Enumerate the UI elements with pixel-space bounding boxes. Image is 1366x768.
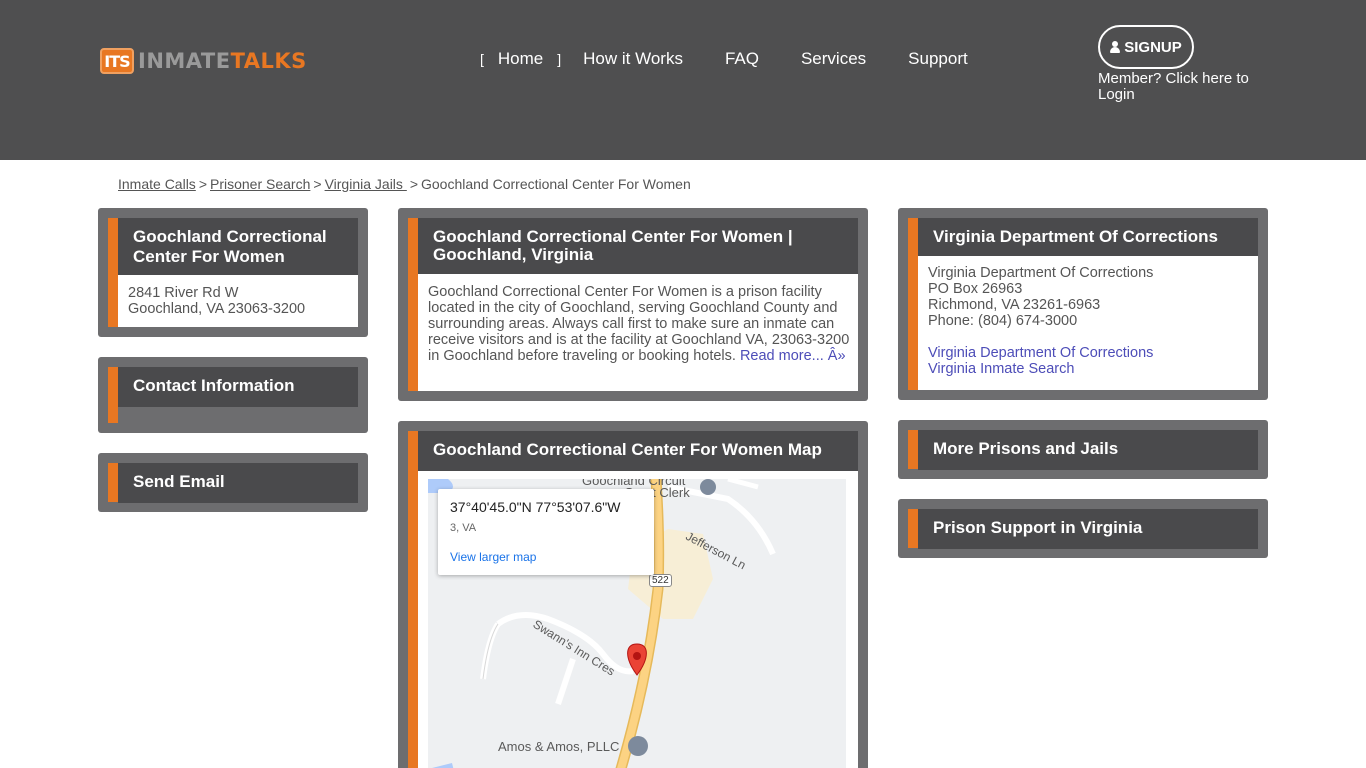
- login-link[interactable]: Member? Click here to Login: [1098, 71, 1266, 103]
- user-icon: [1110, 41, 1121, 53]
- doc-phone: Phone: (804) 674-3000: [928, 313, 1078, 329]
- more-prisons-toggle[interactable]: More Prisons and Jails: [918, 430, 1258, 470]
- main-nav: [Home] How it Works FAQ Services Support: [480, 48, 1010, 70]
- nav-home[interactable]: [Home]: [480, 49, 561, 69]
- popup-address: 3, VA: [450, 522, 477, 534]
- facility-panel-title: Goochland Correctional Center For Women: [118, 218, 358, 275]
- breadcrumb-separator: >: [313, 176, 322, 192]
- email-panel: Send Email: [98, 453, 368, 512]
- about-panel: Goochland Correctional Center For Women …: [398, 208, 868, 401]
- doc-po-box: PO Box 26963: [928, 281, 1023, 297]
- nav-how-it-works[interactable]: How it Works: [583, 49, 683, 69]
- prison-support-toggle[interactable]: Prison Support in Virginia: [918, 509, 1258, 549]
- doc-website-link[interactable]: Virginia Department Of Corrections: [928, 345, 1153, 361]
- breadcrumb: Inmate Calls > Prisoner Search > Virginia Ja…: [118, 176, 691, 192]
- doc-city: Richmond, VA 23261-6963: [928, 297, 1101, 313]
- more-prisons-panel: More Prisons and Jails: [898, 420, 1268, 479]
- inmate-search-link[interactable]: Virginia Inmate Search: [928, 361, 1074, 377]
- doc-name: Virginia Department Of Corrections: [928, 265, 1154, 281]
- logo-mark: ITS: [100, 48, 134, 74]
- nav-bracket-right: ]: [557, 51, 562, 67]
- view-larger-map-link[interactable]: View larger map: [450, 550, 642, 564]
- map-label-amos: Amos & Amos, PLLC: [498, 739, 620, 754]
- about-panel-body: Goochland Correctional Center For Women …: [418, 274, 858, 374]
- prison-support-panel: Prison Support in Virginia: [898, 499, 1268, 558]
- breadcrumb-separator: >: [409, 176, 418, 192]
- nav-faq[interactable]: FAQ: [725, 49, 759, 69]
- breadcrumb-current: Goochland Correctional Center For Women: [421, 176, 691, 192]
- facility-panel: Goochland Correctional Center For Women …: [98, 208, 368, 337]
- map-panel-title: Goochland Correctional Center For Women …: [418, 431, 858, 471]
- contact-information-toggle[interactable]: Contact Information: [118, 367, 358, 407]
- breadcrumb-prisoner-search[interactable]: Prisoner Search: [210, 176, 310, 192]
- about-panel-title: Goochland Correctional Center For Women …: [418, 218, 858, 274]
- doc-panel-title: Virginia Department Of Corrections: [918, 218, 1258, 256]
- site-logo[interactable]: ITS INMATETALKS: [100, 48, 307, 74]
- popup-coordinates: 37°40'45.0"N 77°53'07.6"W: [450, 499, 621, 515]
- send-email-toggle[interactable]: Send Email: [118, 463, 358, 503]
- breadcrumb-separator: >: [198, 176, 207, 192]
- logo-wordmark: INMATETALKS: [138, 49, 307, 73]
- nav-services[interactable]: Services: [801, 49, 866, 69]
- map-info-popup: 37°40'45.0"N 77°53'07.6"W 3, VA View lar…: [438, 489, 654, 575]
- doc-panel-body: Virginia Department Of Corrections PO Bo…: [918, 256, 1258, 387]
- doc-panel: Virginia Department Of Corrections Virgi…: [898, 208, 1268, 400]
- route-shield: 522: [649, 574, 672, 587]
- breadcrumb-virginia-jails[interactable]: Virginia Jails: [325, 176, 407, 192]
- map-panel: Goochland Correctional Center For Women …: [398, 421, 868, 768]
- contact-panel: Contact Information: [98, 357, 368, 433]
- nav-bracket-left: [: [480, 51, 484, 67]
- address-line-1: 2841 River Rd W: [128, 285, 239, 301]
- signup-button[interactable]: SIGNUP: [1098, 25, 1194, 69]
- read-more-link[interactable]: Read more... Â»: [740, 348, 846, 364]
- facility-address: 2841 River Rd W Goochland, VA 23063-3200: [118, 275, 358, 327]
- nav-support[interactable]: Support: [908, 49, 968, 69]
- signup-label: SIGNUP: [1124, 38, 1182, 56]
- breadcrumb-inmate-calls[interactable]: Inmate Calls: [118, 176, 196, 192]
- site-header: ITS INMATETALKS [Home] How it Works FAQ …: [0, 0, 1366, 160]
- embedded-map[interactable]: Goochland Circuit Court Clerk Jefferson …: [428, 479, 846, 768]
- address-line-2: Goochland, VA 23063-3200: [128, 301, 306, 317]
